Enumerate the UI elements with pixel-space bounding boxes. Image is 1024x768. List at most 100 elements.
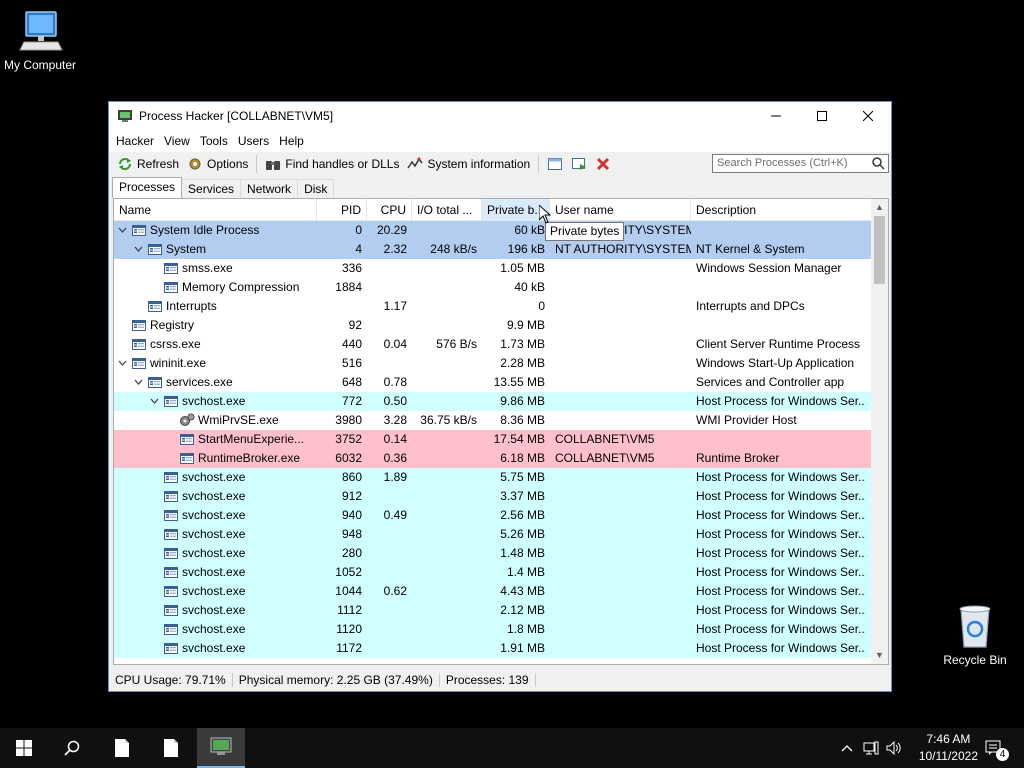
- vertical-scrollbar[interactable]: ▲ ▼: [871, 199, 888, 664]
- tab-processes[interactable]: Processes: [112, 177, 183, 198]
- volume-tray-button[interactable]: [883, 728, 905, 768]
- column-header-user-name[interactable]: User name: [550, 199, 691, 221]
- taskbar-document-2[interactable]: [147, 728, 195, 768]
- taskbar-process-hacker[interactable]: [197, 728, 245, 768]
- taskbar-document-1[interactable]: [98, 728, 146, 768]
- recycle-bin-desktop-icon[interactable]: Recycle Bin: [935, 603, 1015, 667]
- menu-users[interactable]: Users: [233, 134, 274, 148]
- tab-services[interactable]: Services: [181, 179, 242, 198]
- scroll-up-icon[interactable]: ▲: [871, 199, 888, 216]
- table-row[interactable]: services.exe 648 0.78 13.55 MB Services and …: [114, 373, 871, 392]
- maximize-button[interactable]: [799, 102, 845, 130]
- table-row[interactable]: RuntimeBroker.exe 6032 0.36 6.18 MB COLLABNE…: [114, 449, 871, 468]
- cell-user-name: [555, 354, 691, 373]
- table-row[interactable]: smss.exe 336 1.05 MB Windows Session Manage…: [114, 259, 871, 278]
- system-information-button[interactable]: System information: [403, 153, 534, 175]
- minimize-button[interactable]: [753, 102, 799, 130]
- cell-io-total: 576 B/s: [436, 337, 477, 351]
- table-row[interactable]: svchost.exe 1172 1.91 MB Host Process for W…: [114, 639, 871, 658]
- column-header-cpu[interactable]: CPU: [367, 199, 412, 221]
- start-button[interactable]: [0, 728, 48, 768]
- cell-cpu: [367, 601, 412, 620]
- tab-network[interactable]: Network: [240, 179, 299, 198]
- options-button[interactable]: Options: [183, 153, 252, 175]
- table-row[interactable]: svchost.exe 940 0.49 2.56 MB Host Process fo…: [114, 506, 871, 525]
- table-row[interactable]: System 4 2.32 248 kB/s 196 kB NT AUTHORITY\SY…: [114, 240, 871, 259]
- tree-expand-toggle[interactable]: [118, 354, 128, 373]
- minimize-icon: [771, 115, 781, 117]
- column-header-io-total[interactable]: I/O total ...: [412, 199, 482, 221]
- menu-view[interactable]: View: [159, 134, 195, 148]
- my-computer-desktop-icon[interactable]: My Computer: [0, 10, 80, 72]
- table-row[interactable]: svchost.exe 1052 1.4 MB Host Process for Wi…: [114, 563, 871, 582]
- search-taskbar-button[interactable]: [48, 728, 96, 768]
- find-handles-button[interactable]: Find handles or DLLs: [261, 153, 403, 175]
- network-tray-button[interactable]: [860, 728, 882, 768]
- show-window-button[interactable]: [543, 153, 567, 175]
- cell-pid: 1112: [337, 603, 362, 617]
- menu-bar: Hacker View Tools Users Help: [109, 130, 891, 152]
- table-row[interactable]: svchost.exe 1120 1.8 MB Host Process for Wi…: [114, 620, 871, 639]
- table-row[interactable]: svchost.exe 1112 2.12 MB Host Process for W…: [114, 601, 871, 620]
- window-arrow-icon: [572, 158, 587, 170]
- cell-pid: 280: [341, 546, 362, 560]
- cell-user-name: [555, 278, 691, 297]
- table-row[interactable]: svchost.exe 948 5.26 MB Host Process for Wi…: [114, 525, 871, 544]
- table-row[interactable]: Registry 92 9.9 MB: [114, 316, 871, 335]
- tree-expand-toggle[interactable]: [134, 373, 144, 392]
- title-bar[interactable]: Process Hacker [COLLABNET\VM5]: [109, 102, 891, 130]
- action-center-button[interactable]: 4: [978, 728, 1010, 768]
- table-row[interactable]: WmiPrvSE.exe 3980 3.28 36.75 kB/s 8.36 MB WMI…: [114, 411, 871, 430]
- table-row[interactable]: csrss.exe 440 0.04 576 B/s 1.73 MB Client Ser…: [114, 335, 871, 354]
- cell-pid: 3752: [335, 432, 362, 446]
- scrollbar-thumb[interactable]: [874, 216, 885, 284]
- cell-private-bytes: 4.43 MB: [500, 584, 545, 598]
- show-hidden-icons-button[interactable]: [838, 728, 856, 768]
- column-header-pid[interactable]: PID: [317, 199, 367, 221]
- table-row[interactable]: System Idle Process020.2960 kBNT AUTHORI…: [114, 221, 871, 240]
- cell-description: Host Process for Windows Ser...: [696, 470, 866, 484]
- table-row[interactable]: Memory Compression 1884 40 kB: [114, 278, 871, 297]
- taskbar-clock[interactable]: 7:46 AM 10/11/2022: [919, 731, 978, 765]
- cell-process-name: System: [166, 242, 207, 256]
- cell-user-name: [555, 468, 691, 487]
- close-button[interactable]: [845, 102, 891, 130]
- cell-io-total: [412, 487, 482, 506]
- table-row[interactable]: wininit.exe 516 2.28 MB Windows Start-Up Ap…: [114, 354, 871, 373]
- cell-process-name: svchost.exe: [182, 546, 246, 560]
- find-handles-label: Find handles or DLLs: [285, 157, 400, 171]
- table-row[interactable]: svchost.exe 772 0.50 9.86 MB Host Process fo…: [114, 392, 871, 411]
- column-header-name[interactable]: Name: [114, 199, 317, 221]
- window-outline-icon: [548, 158, 563, 170]
- table-row[interactable]: svchost.exe 912 3.37 MB Host Process for Wi…: [114, 487, 871, 506]
- menu-hacker[interactable]: Hacker: [111, 134, 159, 148]
- cell-cpu: [367, 259, 412, 278]
- table-row[interactable]: svchost.exe 1044 0.62 4.43 MB Host Process f…: [114, 582, 871, 601]
- cell-process-name: svchost.exe: [182, 565, 246, 579]
- menu-help[interactable]: Help: [274, 134, 309, 148]
- search-processes-input[interactable]: Search Processes (Ctrl+K): [712, 154, 889, 173]
- table-row[interactable]: svchost.exe 860 1.89 5.75 MB Host Process fo…: [114, 468, 871, 487]
- mouse-cursor-icon: [539, 205, 551, 224]
- network-icon: [863, 741, 879, 755]
- search-icon: [64, 740, 80, 756]
- graph-icon: [407, 157, 424, 169]
- table-row[interactable]: StartMenuExperie... 3752 0.14 17.54 MB COLLA…: [114, 430, 871, 449]
- column-header-description[interactable]: Description: [691, 199, 871, 221]
- cell-process-name: StartMenuExperie...: [198, 432, 305, 446]
- refresh-button[interactable]: Refresh: [113, 153, 183, 175]
- terminate-button[interactable]: [591, 153, 615, 175]
- cell-private-bytes: 1.4 MB: [506, 565, 545, 579]
- scroll-down-icon[interactable]: ▼: [871, 647, 888, 664]
- cell-private-bytes: 3.37 MB: [500, 489, 545, 503]
- find-window-button[interactable]: [567, 153, 591, 175]
- table-row[interactable]: svchost.exe 280 1.48 MB Host Process for Wi…: [114, 544, 871, 563]
- table-row[interactable]: Interrupts 1.17 0 Interrupts and DPCs: [114, 297, 871, 316]
- cell-user-name: NT AUTHORITY\SYSTEM: [555, 242, 691, 256]
- menu-tools[interactable]: Tools: [195, 134, 233, 148]
- tree-expand-toggle[interactable]: [118, 221, 128, 240]
- tree-expand-toggle[interactable]: [134, 240, 144, 259]
- tab-disk[interactable]: Disk: [297, 179, 335, 198]
- cell-pid: 1884: [335, 280, 362, 294]
- tree-expand-toggle[interactable]: [150, 392, 160, 411]
